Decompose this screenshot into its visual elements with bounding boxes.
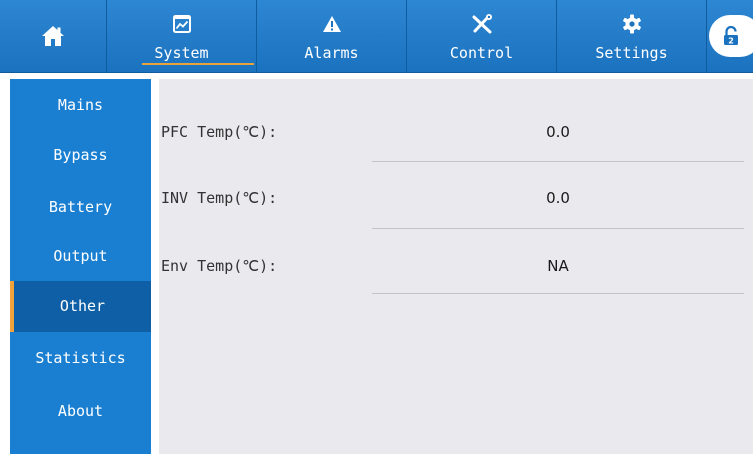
sidebar-item-label: Battery — [48, 198, 113, 216]
lock-button[interactable]: 2 — [709, 15, 753, 57]
sidebar-item-statistics[interactable]: Statistics — [10, 333, 151, 384]
row-divider — [372, 293, 744, 294]
sidebar-item-label: Output — [53, 247, 108, 265]
sidebar-item-label: Mains — [57, 96, 104, 114]
lock-icon: 2 — [723, 25, 739, 46]
sidebar-item-label: Statistics — [35, 349, 126, 367]
tools-icon — [407, 13, 556, 35]
sidebar-item-mains[interactable]: Mains — [10, 80, 151, 131]
sidebar-item-bypass[interactable]: Bypass — [10, 130, 151, 181]
pfc-temp-label: PFC Temp(℃): — [161, 123, 278, 141]
sidebar-item-other[interactable]: Other — [10, 281, 151, 332]
active-tab-indicator — [142, 63, 254, 65]
tab-settings-label: Settings — [595, 44, 668, 62]
row-divider — [372, 161, 744, 162]
alarm-icon — [257, 13, 406, 35]
tab-control-label: Control — [449, 44, 514, 62]
sidebar-item-label: About — [57, 402, 104, 420]
env-temp-label: Env Temp(℃): — [161, 257, 278, 275]
inv-temp-value: 0.0 — [546, 189, 570, 207]
tab-system[interactable]: System — [107, 0, 257, 73]
inv-temp-label: INV Temp(℃): — [161, 189, 278, 207]
row-divider — [372, 228, 744, 229]
pfc-temp-value: 0.0 — [546, 123, 570, 141]
tab-alarms-label: Alarms — [304, 44, 359, 62]
sidebar-item-output[interactable]: Output — [10, 231, 151, 282]
tab-alarms[interactable]: Alarms — [257, 0, 407, 73]
chart-icon — [107, 13, 256, 35]
sidebar-item-label: Other — [59, 297, 106, 315]
gear-icon — [557, 13, 706, 35]
tab-control[interactable]: Control — [407, 0, 557, 73]
tab-system-label: System — [154, 44, 209, 62]
sidebar-item-about[interactable]: About — [10, 386, 151, 437]
sidebar-item-label: Bypass — [53, 146, 108, 164]
env-temp-value: NA — [547, 257, 569, 275]
content-panel: PFC Temp(℃): 0.0 INV Temp(℃): 0.0 Env Te… — [159, 79, 753, 454]
tab-home[interactable] — [0, 0, 107, 73]
home-icon — [0, 22, 106, 50]
sidebar-item-battery[interactable]: Battery — [10, 182, 151, 233]
top-nav-bar: System Alarms Control Settings 2 — [0, 0, 753, 73]
tab-settings[interactable]: Settings — [557, 0, 707, 73]
sidebar: Mains Bypass Battery Output Other Statis… — [10, 79, 151, 454]
lock-level: 2 — [728, 37, 734, 46]
